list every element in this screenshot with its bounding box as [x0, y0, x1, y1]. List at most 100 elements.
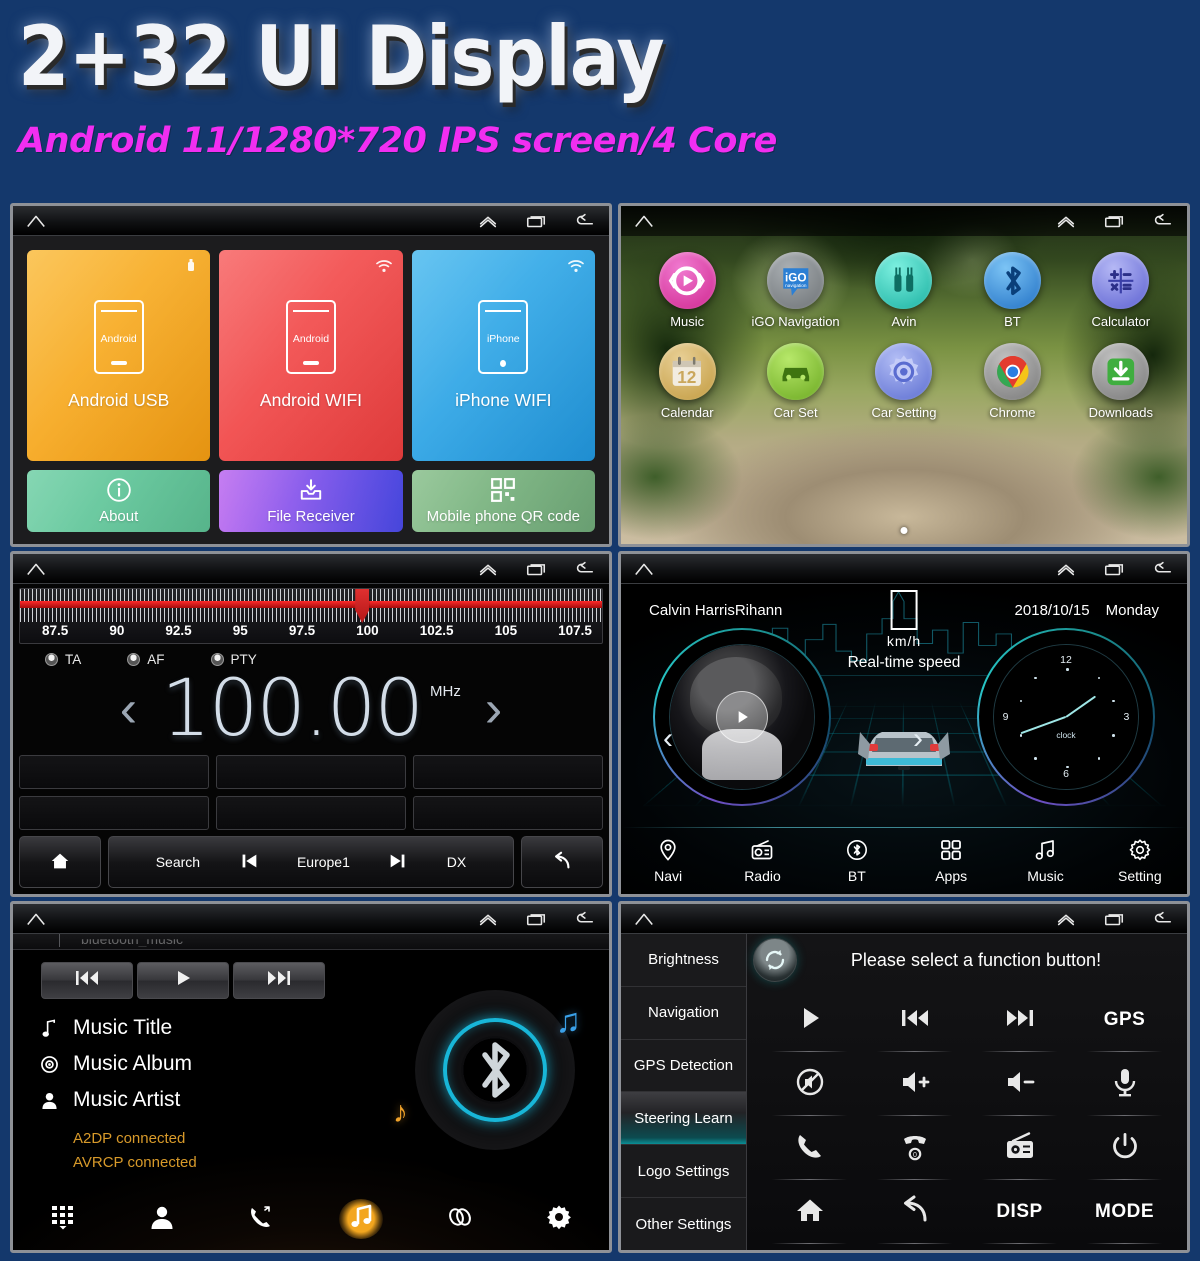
- fn-call-end[interactable]: 0: [862, 1116, 967, 1180]
- fn-mode[interactable]: MODE: [1072, 1180, 1177, 1244]
- chevron-up-icon[interactable]: [477, 561, 499, 577]
- app-avin[interactable]: Avin: [850, 252, 958, 329]
- tile-android-usb[interactable]: Android Android USB: [27, 250, 211, 461]
- next-track-button[interactable]: [233, 962, 325, 999]
- dashboard-nav-setting[interactable]: Setting: [1093, 838, 1187, 884]
- skip-forward-icon[interactable]: [387, 850, 409, 875]
- bt-nav-music[interactable]: [338, 1199, 383, 1239]
- recents-icon[interactable]: [525, 911, 547, 927]
- iphone-icon: iPhone: [478, 300, 529, 374]
- recents-icon[interactable]: [1103, 561, 1125, 577]
- home-button[interactable]: [19, 836, 101, 888]
- bt-nav-settings[interactable]: [537, 1199, 581, 1239]
- home-icon[interactable]: [25, 561, 47, 577]
- dashboard-nav-radio[interactable]: Radio: [715, 838, 809, 884]
- app-bt[interactable]: BT: [958, 252, 1066, 329]
- chevron-up-icon[interactable]: [477, 213, 499, 229]
- fn-gps[interactable]: GPS: [1072, 988, 1177, 1052]
- tile-about[interactable]: About: [27, 470, 211, 532]
- preset-slot[interactable]: [216, 796, 406, 830]
- fn-microphone[interactable]: [1072, 1052, 1177, 1116]
- fn-volume-up[interactable]: [862, 1052, 967, 1116]
- fn-call-answer[interactable]: [757, 1116, 862, 1180]
- tile-qr-code[interactable]: Mobile phone QR code: [411, 470, 595, 532]
- home-icon[interactable]: [633, 213, 655, 229]
- preset-slot[interactable]: [413, 755, 603, 789]
- preset-slot[interactable]: [19, 755, 209, 789]
- recents-icon[interactable]: [525, 213, 547, 229]
- preset-slot[interactable]: [216, 755, 406, 789]
- tile-iphone-wifi[interactable]: iPhone iPhone WIFI: [411, 250, 595, 461]
- page-indicator-dot[interactable]: [900, 527, 908, 534]
- fn-play[interactable]: [757, 988, 862, 1052]
- app-calendar[interactable]: 12 Calendar: [633, 343, 741, 420]
- back-button[interactable]: [521, 836, 603, 888]
- app-music[interactable]: Music: [633, 252, 741, 329]
- app-igo-navigation[interactable]: iGO navigation iGO Navigation: [741, 252, 849, 329]
- fn-return[interactable]: [862, 1180, 967, 1244]
- back-icon[interactable]: [573, 213, 595, 229]
- back-icon[interactable]: [1151, 911, 1173, 927]
- chevron-up-icon[interactable]: [477, 911, 499, 927]
- chevron-up-icon[interactable]: [1055, 561, 1077, 577]
- sidebar-item-logo-settings[interactable]: Logo Settings: [621, 1145, 746, 1199]
- sidebar-item-gps-detection[interactable]: GPS Detection: [621, 1040, 746, 1093]
- chevron-left-icon[interactable]: ‹: [102, 683, 155, 735]
- search-button[interactable]: Search: [156, 854, 200, 870]
- frequency-dial[interactable]: 87.5 90 92.5 95 97.5 100 102.5 105 107.5: [19, 588, 603, 644]
- bt-nav-call-history[interactable]: [239, 1199, 283, 1239]
- home-icon[interactable]: [25, 213, 47, 229]
- fn-power[interactable]: [1072, 1116, 1177, 1180]
- tile-android-wifi[interactable]: Android Android WIFI: [219, 250, 403, 461]
- chevron-right-icon[interactable]: ›: [913, 722, 923, 756]
- chevron-left-icon[interactable]: ‹: [663, 722, 673, 756]
- app-car-setting[interactable]: Car Setting: [850, 343, 958, 420]
- chevron-up-icon[interactable]: [1055, 213, 1077, 229]
- fn-home[interactable]: [757, 1180, 862, 1244]
- chevron-up-icon[interactable]: [1055, 911, 1077, 927]
- app-car-set[interactable]: Car Set: [741, 343, 849, 420]
- sidebar-item-other-settings[interactable]: Other Settings: [621, 1198, 746, 1250]
- dashboard-nav-navi[interactable]: Navi: [621, 838, 715, 884]
- app-downloads[interactable]: Downloads: [1067, 343, 1175, 420]
- home-icon[interactable]: [633, 561, 655, 577]
- preset-slot[interactable]: [413, 796, 603, 830]
- refresh-icon[interactable]: [753, 938, 797, 982]
- play-button[interactable]: [137, 962, 229, 999]
- sidebar-item-brightness[interactable]: Brightness: [621, 934, 746, 987]
- dashboard-nav-apps[interactable]: Apps: [904, 838, 998, 884]
- fn-radio[interactable]: [967, 1116, 1072, 1180]
- recents-icon[interactable]: [1103, 213, 1125, 229]
- preset-slot[interactable]: [19, 796, 209, 830]
- back-icon[interactable]: [1151, 561, 1173, 577]
- dashboard-nav-music[interactable]: Music: [998, 838, 1092, 884]
- app-chrome[interactable]: Chrome: [958, 343, 1066, 420]
- recents-icon[interactable]: [525, 561, 547, 577]
- back-icon[interactable]: [573, 911, 595, 927]
- svg-text:12: 12: [678, 366, 697, 386]
- back-icon[interactable]: [1151, 213, 1173, 229]
- fn-next-track[interactable]: [967, 988, 1072, 1052]
- home-icon[interactable]: [633, 911, 655, 927]
- fn-volume-down[interactable]: [967, 1052, 1072, 1116]
- sidebar-item-steering-learn[interactable]: Steering Learn: [621, 1092, 746, 1146]
- chevron-right-icon[interactable]: ›: [467, 683, 520, 735]
- back-icon[interactable]: [573, 561, 595, 577]
- bt-nav-contacts[interactable]: [140, 1199, 184, 1239]
- bt-nav-link[interactable]: [438, 1199, 482, 1239]
- tile-file-receiver[interactable]: File Receiver: [219, 470, 403, 532]
- prev-track-button[interactable]: [41, 962, 133, 999]
- dx-button[interactable]: DX: [447, 854, 466, 870]
- region-label[interactable]: Europe1: [297, 854, 350, 870]
- bt-nav-dialpad[interactable]: [41, 1199, 85, 1239]
- skip-back-icon[interactable]: [238, 850, 260, 875]
- fn-disp[interactable]: DISP: [967, 1180, 1072, 1244]
- fn-mute[interactable]: [757, 1052, 862, 1116]
- app-calculator[interactable]: Calculator: [1067, 252, 1175, 329]
- sidebar-item-navigation[interactable]: Navigation: [621, 987, 746, 1040]
- play-icon[interactable]: [716, 691, 768, 743]
- home-icon[interactable]: [25, 911, 47, 927]
- fn-prev-track[interactable]: [862, 988, 967, 1052]
- recents-icon[interactable]: [1103, 911, 1125, 927]
- dashboard-nav-bt[interactable]: BT: [810, 838, 904, 884]
